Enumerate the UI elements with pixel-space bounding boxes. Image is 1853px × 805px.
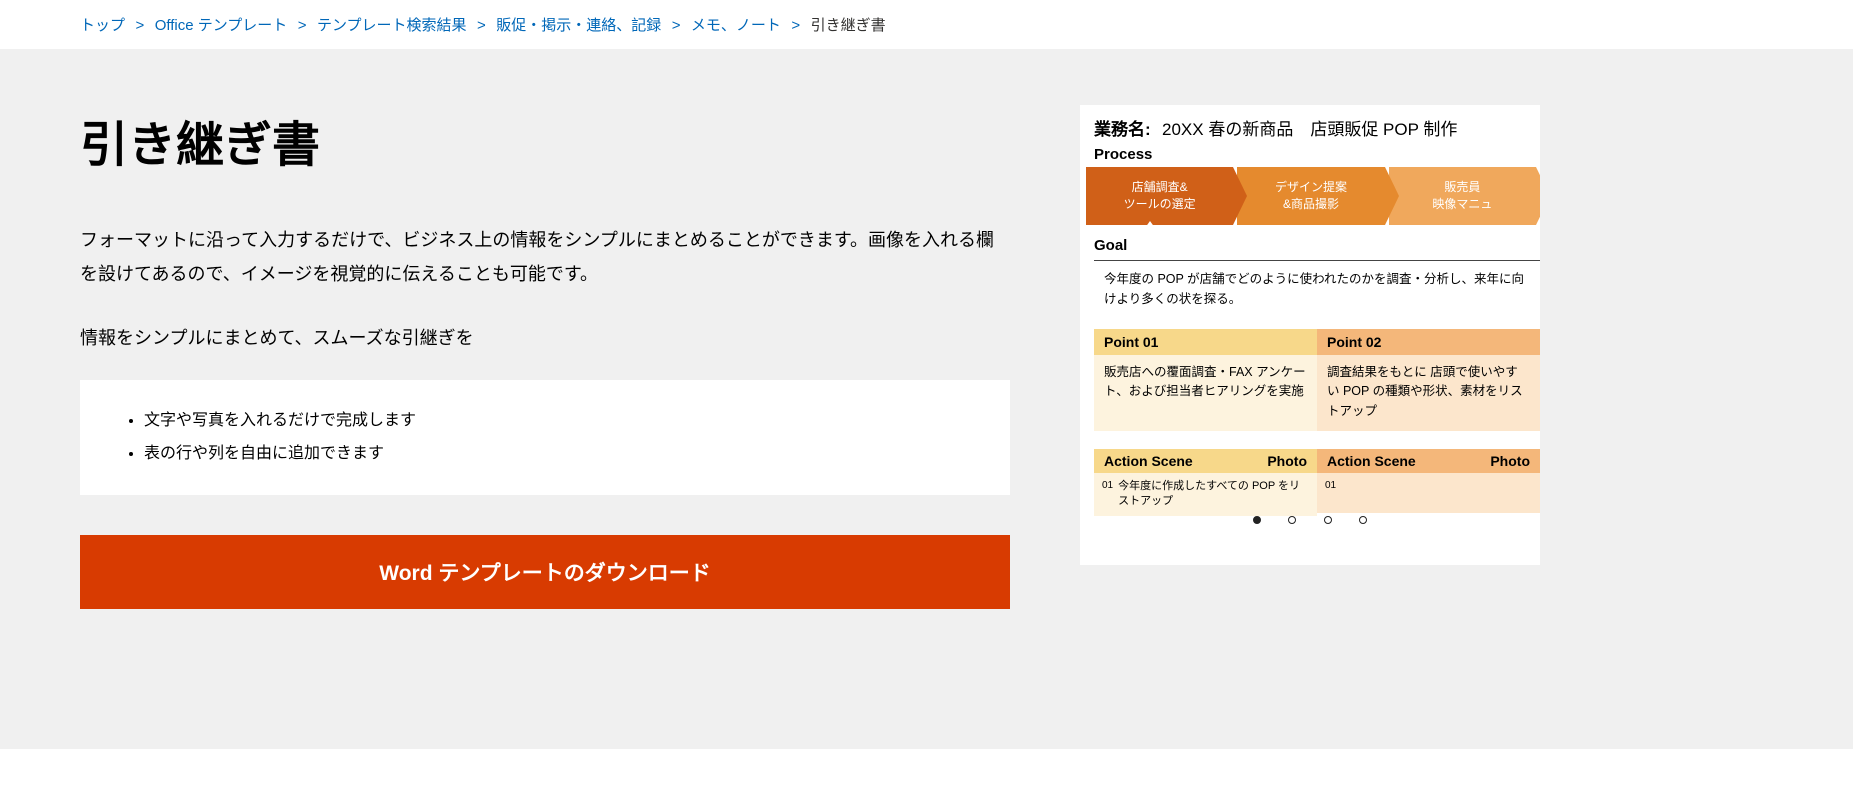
preview-point-header: Point 01 — [1094, 329, 1317, 355]
preview-action-header-photo: Photo — [1490, 453, 1530, 469]
breadcrumb-link-office-templates[interactable]: Office テンプレート — [155, 17, 288, 34]
right-column: 業務名: 20XX 春の新商品 店頭販促 POP 制作 Process 店舗調査… — [1080, 105, 1540, 609]
preview-action-text: 今年度に作成したすべての POP をリストアップ — [1118, 479, 1309, 510]
preview-process-step-line: 映像マニュ — [1432, 196, 1492, 213]
preview-action-header-scene: Action Scene — [1104, 453, 1193, 469]
preview-process-step-line: 販売員 — [1444, 179, 1480, 196]
feature-list: 文字や写真を入れるだけで完成します 表の行や列を自由に追加できます — [80, 380, 1010, 495]
preview-action-num: 01 — [1102, 479, 1118, 510]
page-title: 引き継ぎ書 — [80, 105, 1010, 175]
preview-process-label: Process — [1080, 140, 1540, 167]
breadcrumb-link-top[interactable]: トップ — [80, 17, 125, 34]
preview-marker — [1140, 221, 1160, 235]
preview-point-body: 調査結果をもとに 店頭で使いやすい POP の種類や形状、素材をリストアップ — [1317, 355, 1540, 431]
breadcrumb-link-category[interactable]: 販促・掲示・連絡、記録 — [496, 17, 661, 34]
carousel-dot[interactable] — [1359, 516, 1367, 524]
preview-action-num: 01 — [1325, 479, 1345, 507]
breadcrumb-link-subcategory[interactable]: メモ、ノート — [691, 17, 781, 34]
main-content: 引き継ぎ書 フォーマットに沿って入力するだけで、ビジネス上の情報をシンプルにまと… — [0, 50, 1853, 749]
preview-goal-label: Goal — [1080, 235, 1540, 258]
template-preview[interactable]: 業務名: 20XX 春の新商品 店頭販促 POP 制作 Process 店舗調査… — [1080, 105, 1540, 565]
preview-action-col: Action Scene Photo 01 今年度に作成したすべての POP を… — [1094, 449, 1317, 516]
breadcrumb-sep: > — [477, 17, 486, 34]
feature-item: 文字や写真を入れるだけで完成します — [144, 404, 970, 438]
carousel-dot[interactable] — [1253, 516, 1261, 524]
preview-process-step: 店舗調査& ツールの選定 — [1086, 167, 1233, 225]
preview-process-row: 店舗調査& ツールの選定 デザイン提案 &商品撮影 販売員 映像マニュ — [1080, 167, 1540, 225]
preview-action-header-scene: Action Scene — [1327, 453, 1416, 469]
breadcrumb-sep: > — [791, 17, 800, 34]
preview-action-header-photo: Photo — [1267, 453, 1307, 469]
description-primary: フォーマットに沿って入力するだけで、ビジネス上の情報をシンプルにまとめることがで… — [80, 223, 1010, 291]
preview-process-step: 販売員 映像マニュ — [1389, 167, 1536, 225]
preview-points: Point 01 販売店への覆面調査・FAX アンケート、および担当者ヒアリング… — [1094, 329, 1540, 431]
carousel-dots — [1080, 513, 1540, 527]
feature-item: 表の行や列を自由に追加できます — [144, 437, 970, 471]
preview-goal-text: 今年度の POP が店舗でどのように使われたのかを調査・分析し、来年に向けより多… — [1094, 260, 1540, 317]
carousel-dot[interactable] — [1288, 516, 1296, 524]
preview-process-step-line: 店舗調査& — [1132, 179, 1188, 196]
breadcrumb-sep: > — [298, 17, 307, 34]
preview-action-row: 01 — [1317, 473, 1540, 513]
carousel-dot[interactable] — [1324, 516, 1332, 524]
left-column: 引き継ぎ書 フォーマットに沿って入力するだけで、ビジネス上の情報をシンプルにまと… — [80, 105, 1010, 609]
preview-process-step-line: ツールの選定 — [1124, 196, 1196, 213]
preview-action-col: Action Scene Photo 01 — [1317, 449, 1540, 516]
download-button[interactable]: Word テンプレートのダウンロード — [80, 535, 1010, 609]
preview-point: Point 02 調査結果をもとに 店頭で使いやすい POP の種類や形状、素材… — [1317, 329, 1540, 431]
preview-action-header: Action Scene Photo — [1317, 449, 1540, 473]
description-secondary: 情報をシンプルにまとめて、スムーズな引継ぎを — [80, 321, 1010, 355]
breadcrumb-sep: > — [135, 17, 144, 34]
preview-process-step: デザイン提案 &商品撮影 — [1237, 167, 1384, 225]
breadcrumb-link-search-results[interactable]: テンプレート検索結果 — [317, 17, 467, 34]
preview-field-label: 業務名: — [1094, 115, 1151, 140]
preview-point-header: Point 02 — [1317, 329, 1540, 355]
preview-action-header: Action Scene Photo — [1094, 449, 1317, 473]
breadcrumb: トップ > Office テンプレート > テンプレート検索結果 > 販促・掲示… — [0, 0, 1853, 50]
preview-process-step-line: &商品撮影 — [1283, 196, 1339, 213]
preview-point-body: 販売店への覆面調査・FAX アンケート、および担当者ヒアリングを実施 — [1094, 355, 1317, 431]
preview-field-value: 20XX 春の新商品 店頭販促 POP 制作 — [1162, 120, 1457, 139]
breadcrumb-sep: > — [672, 17, 681, 34]
preview-action-row: 01 今年度に作成したすべての POP をリストアップ — [1094, 473, 1317, 516]
preview-action: Action Scene Photo 01 今年度に作成したすべての POP を… — [1094, 449, 1540, 516]
preview-point: Point 01 販売店への覆面調査・FAX アンケート、および担当者ヒアリング… — [1094, 329, 1317, 431]
breadcrumb-current: 引き継ぎ書 — [811, 17, 886, 34]
preview-process-step-line: デザイン提案 — [1275, 179, 1347, 196]
